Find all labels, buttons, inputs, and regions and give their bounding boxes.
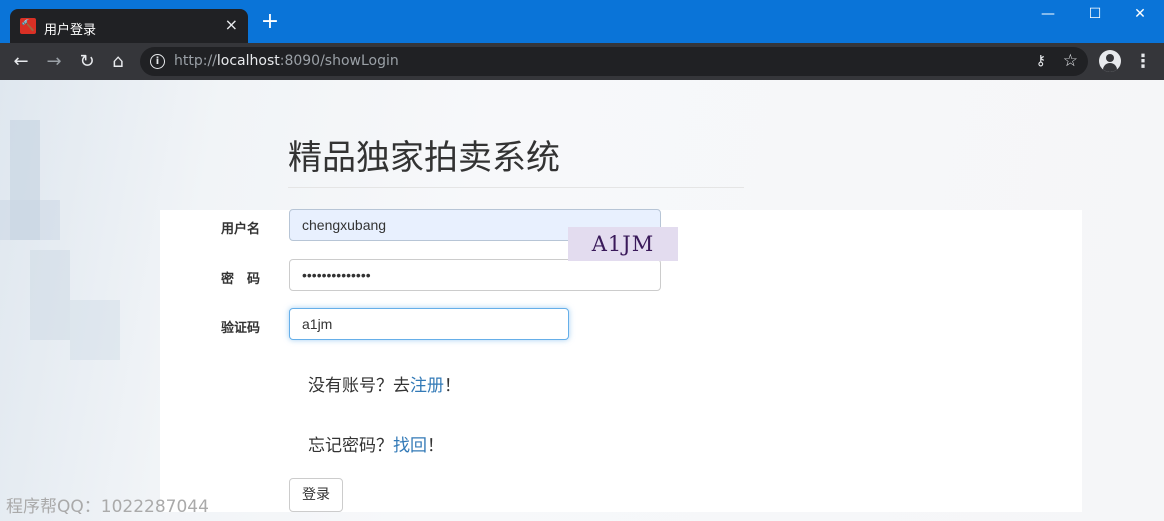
username-label: 用户名 — [220, 222, 260, 237]
recover-link[interactable]: 找回 — [393, 436, 427, 456]
password-label: 密 码 — [220, 272, 260, 287]
register-hint: 没有账号？去注册！ — [308, 376, 461, 396]
forward-icon[interactable]: → — [43, 51, 65, 73]
browser-toolbar: ← → ↻ ⌂ i http://localhost:8090/showLogi… — [0, 43, 1164, 80]
register-link[interactable]: 注册 — [410, 376, 444, 396]
captcha-image[interactable]: A1JM — [568, 227, 678, 261]
forgot-hint: 忘记密码？找回！ — [308, 436, 444, 456]
page-title: 精品独家拍卖系统 — [288, 138, 560, 178]
home-icon[interactable]: ⌂ — [107, 51, 129, 73]
password-field[interactable]: •••••••••••••• — [289, 259, 661, 291]
tab-close-icon[interactable]: × — [225, 15, 238, 34]
tab-strip: 🔨 用户登录 × + — ☐ ✕ — [0, 0, 1164, 43]
info-icon[interactable]: i — [150, 54, 165, 69]
back-icon[interactable]: ← — [10, 51, 32, 73]
address-bar[interactable]: i http://localhost:8090/showLogin ⚷ ☆ — [140, 47, 1088, 76]
background-decoration — [70, 300, 120, 360]
tab-title: 用户登录 — [44, 23, 97, 38]
window-close-button[interactable]: ✕ — [1130, 6, 1150, 22]
url-text[interactable]: http://localhost:8090/showLogin — [174, 53, 399, 69]
login-button[interactable]: 登录 — [289, 478, 343, 512]
key-icon[interactable]: ⚷ — [1036, 53, 1046, 69]
title-divider — [288, 187, 744, 188]
background-decoration — [30, 250, 70, 340]
captcha-label: 验证码 — [220, 321, 260, 336]
captcha-field[interactable]: a1jm — [289, 308, 569, 340]
profile-avatar-icon[interactable] — [1099, 50, 1121, 72]
background-decoration — [0, 200, 60, 240]
reload-icon[interactable]: ↻ — [76, 51, 98, 73]
page-body: 精品独家拍卖系统 用户名 chengxubang 密 码 •••••••••••… — [0, 80, 1164, 521]
gavel-icon: 🔨 — [20, 18, 36, 34]
minimize-button[interactable]: — — [1038, 6, 1058, 22]
bookmark-star-icon[interactable]: ☆ — [1063, 51, 1078, 71]
browser-tab[interactable]: 🔨 用户登录 × — [10, 9, 248, 43]
new-tab-button[interactable]: + — [260, 11, 280, 33]
maximize-button[interactable]: ☐ — [1085, 6, 1105, 22]
watermark-text: 程序帮QQ：1022287044 — [6, 497, 209, 517]
more-menu-icon[interactable]: ⋮ — [1134, 51, 1152, 72]
